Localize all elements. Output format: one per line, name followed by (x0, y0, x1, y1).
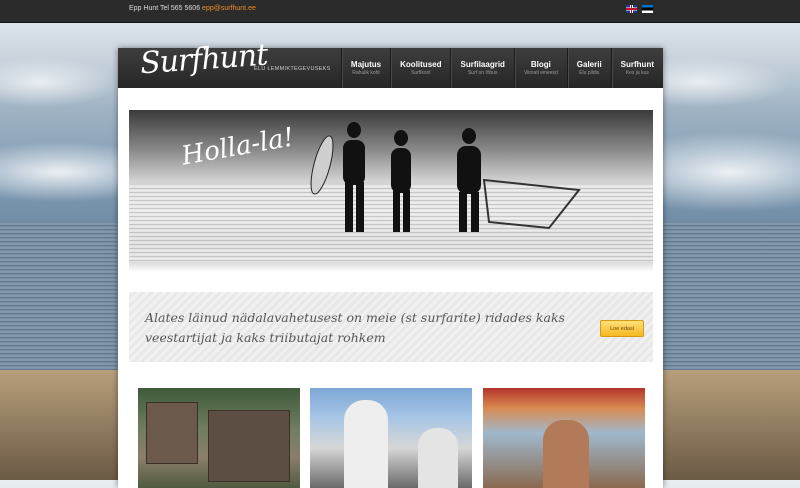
main-nav: Majutus Rahulik koht Koolitused Surfikoo… (340, 48, 663, 88)
nav-label: Surfhunt (620, 60, 654, 69)
nav-sublabel: Rahulik koht (352, 70, 380, 76)
site-logo[interactable]: Surfhunt (139, 38, 268, 82)
promo-text: Alates läinud nädalavahetusest on meie (… (145, 310, 565, 345)
contact-phone: Epp Hunt Tel 565 5606 (129, 5, 201, 12)
nav-item-surfhunt[interactable]: Surfhunt Kes ja kus (610, 48, 663, 88)
promo-box: Alates läinud nädalavahetusest on meie (… (129, 292, 653, 362)
hero-image: Holla-la! (129, 110, 653, 262)
read-more-button[interactable]: Loe edasi (600, 320, 644, 337)
nav-label: Majutus (350, 60, 382, 69)
person-shape (344, 400, 388, 488)
main-container: Surfhunt ELU LEMMIKTEGEVUSEKS Majutus Ra… (118, 38, 663, 488)
house-shape (146, 402, 198, 464)
thumbnail-accommodation[interactable] (138, 388, 300, 488)
nav-sublabel: Surfikool (411, 70, 431, 76)
top-bar: Epp Hunt Tel 565 5606 epp@surfhunt.ee (0, 0, 800, 23)
nav-item-galerii[interactable]: Galerii Elu pildis (566, 48, 611, 88)
thumbnail-windsurfer[interactable] (483, 388, 645, 488)
site-header: Surfhunt ELU LEMMIKTEGEVUSEKS Majutus Ra… (118, 38, 663, 88)
nav-item-surfilaagrid[interactable]: Surfilaagrid Surf on lõbus (450, 48, 513, 88)
estonia-flag-icon[interactable] (642, 5, 653, 13)
nav-label: Galerii (576, 60, 602, 69)
thumbnail-people[interactable] (310, 388, 472, 488)
hero-shadow (129, 262, 653, 272)
nav-sublabel: Viimati eineesd (523, 70, 558, 76)
person-shape (418, 428, 458, 488)
contact-info: Epp Hunt Tel 565 5606 epp@surfhunt.ee (129, 5, 256, 12)
nav-label: Surfilaagrid (460, 60, 505, 69)
contact-email-link[interactable]: epp@surfhunt.ee (202, 5, 256, 12)
hero-surfers-silhouette (310, 122, 581, 232)
nav-item-majutus[interactable]: Majutus Rahulik koht (340, 48, 390, 88)
house-shape (208, 410, 290, 482)
nav-sublabel: Surf on lõbus (467, 70, 498, 76)
nav-sublabel: Elu pildis (579, 70, 600, 76)
nav-label: Blogi (530, 60, 551, 69)
nav-item-koolitused[interactable]: Koolitused Surfikool (390, 48, 450, 88)
nav-sublabel: Kes ja kus (625, 70, 649, 76)
nav-item-blogi[interactable]: Blogi Viimati eineesd (513, 48, 567, 88)
nav-label: Koolitused (400, 60, 442, 69)
uk-flag-icon[interactable] (626, 5, 637, 13)
language-switcher (626, 5, 653, 13)
site-tagline: ELU LEMMIKTEGEVUSEKS (254, 66, 331, 72)
person-shape (543, 420, 589, 488)
